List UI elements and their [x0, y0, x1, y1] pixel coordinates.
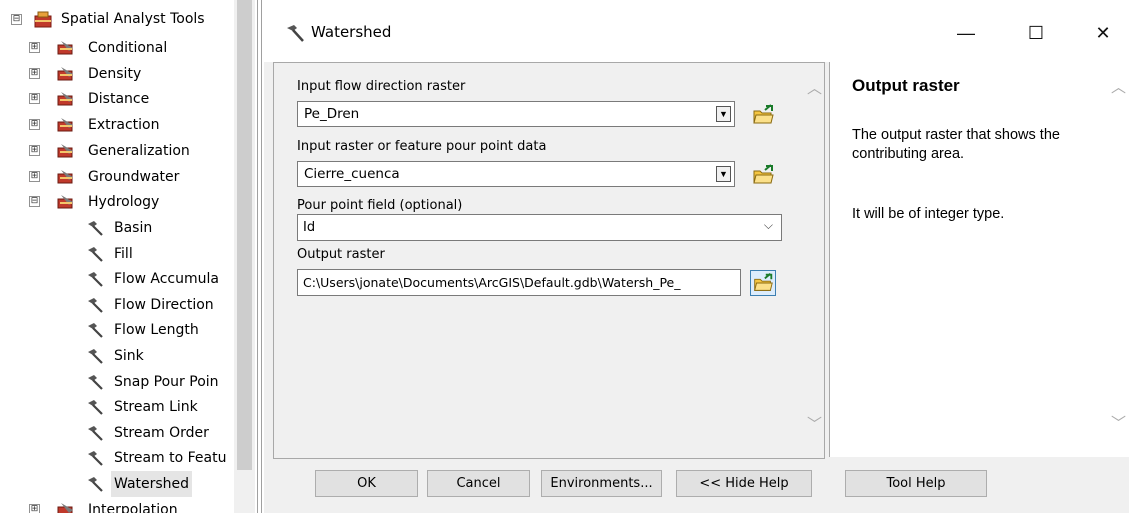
- panel-divider: [257, 0, 258, 513]
- tree-tool-label: Sink: [114, 348, 144, 364]
- close-button[interactable]: ✕: [1081, 16, 1125, 50]
- maximize-button[interactable]: ☐: [1014, 16, 1058, 50]
- tree-tool-label: Stream to Featu: [114, 450, 227, 467]
- output-raster-label: Output raster: [297, 247, 385, 262]
- pour-field-select[interactable]: Id ⌵: [297, 214, 782, 241]
- toolbox-tree: ⊟ Spatial Analyst Tools ⊞ Conditional ⊞ Den…: [0, 0, 255, 513]
- toolset-icon: [57, 195, 73, 209]
- toolset-icon: [57, 92, 73, 106]
- minimize-button[interactable]: —: [944, 16, 988, 50]
- help-title: Output raster: [852, 76, 960, 95]
- scrollbar-thumb[interactable]: [237, 0, 252, 470]
- browse-folder-icon[interactable]: [750, 162, 776, 188]
- collapse-icon[interactable]: ⊟: [11, 14, 22, 25]
- hammer-tool-icon: [88, 400, 103, 415]
- toolset-icon: [57, 66, 73, 81]
- tree-node-label: Generalization: [88, 142, 190, 159]
- title-bar[interactable]: Watershed — ☐ ✕: [264, 0, 1129, 62]
- toolset-icon: [57, 118, 73, 132]
- panel-divider: [261, 0, 262, 513]
- flow-direction-select[interactable]: Pe_Dren ▼: [297, 101, 735, 127]
- toolbox-icon: [34, 11, 52, 28]
- hammer-tool-icon: [88, 272, 103, 287]
- hammer-tool-icon: [88, 374, 103, 390]
- tree-node-label: Groundwater: [88, 168, 180, 185]
- browse-folder-icon[interactable]: [750, 102, 776, 128]
- tree-node-label: Interpolation: [88, 502, 178, 513]
- toolset-icon: [57, 143, 73, 158]
- expand-icon[interactable]: ⊞: [29, 144, 40, 156]
- scroll-up-icon[interactable]: ︿: [1111, 76, 1126, 97]
- chevron-down-icon[interactable]: ⌵: [764, 218, 773, 233]
- parameters-panel: Input flow direction raster Pe_Dren ▼ In…: [273, 62, 825, 459]
- expand-icon[interactable]: ⊞: [29, 119, 40, 131]
- pour-point-select[interactable]: Cierre_cuenca ▼: [297, 161, 735, 187]
- dialog-title: Watershed: [311, 23, 392, 41]
- collapse-icon[interactable]: ⊟: [29, 196, 40, 207]
- output-raster-value: C:\Users\jonate\Documents\ArcGIS\Default…: [303, 275, 681, 290]
- tree-node-label: Distance: [88, 91, 150, 108]
- dropdown-arrow-icon[interactable]: ▼: [716, 166, 731, 182]
- hammer-tool-icon: [88, 425, 103, 441]
- toolset-icon: [57, 169, 73, 183]
- tree-node-label: Hydrology: [88, 194, 160, 210]
- tree-tool-label: Stream Order: [114, 424, 209, 441]
- ok-button[interactable]: OK: [315, 470, 418, 497]
- pour-field-label: Pour point field (optional): [297, 198, 463, 213]
- expand-icon[interactable]: ⊞: [29, 42, 40, 53]
- tree-node-label: Extraction: [88, 117, 160, 134]
- tree-tool-label: Flow Direction: [114, 296, 214, 313]
- hammer-tool-icon: [88, 221, 103, 236]
- expand-icon[interactable]: ⊞: [29, 93, 40, 105]
- help-text: The output raster that shows the contrib…: [852, 127, 1060, 162]
- expand-icon[interactable]: ⊞: [29, 504, 40, 513]
- expand-icon[interactable]: ⊞: [29, 170, 40, 182]
- hammer-tool-icon: [287, 25, 304, 42]
- pour-point-value: Cierre_cuenca: [304, 166, 400, 182]
- tree-tool-label: Stream Link: [114, 399, 198, 416]
- scroll-up-icon[interactable]: ︿: [807, 77, 822, 98]
- scroll-down-icon[interactable]: ﹀: [807, 413, 822, 434]
- tree-scrollbar[interactable]: [234, 0, 255, 513]
- hammer-tool-icon: [88, 477, 103, 492]
- toolset-icon: [57, 41, 73, 55]
- tree-tool-label: Snap Pour Poin: [114, 373, 219, 390]
- watershed-dialog: Watershed — ☐ ✕ Input flow direction ras…: [264, 0, 1129, 513]
- pour-field-value: Id: [303, 220, 316, 235]
- hammer-tool-icon: [88, 349, 103, 364]
- dropdown-arrow-icon[interactable]: ▼: [716, 106, 731, 122]
- hammer-tool-icon: [88, 246, 103, 262]
- tree-tool-label: Fill: [114, 245, 133, 262]
- tool-help-button[interactable]: Tool Help: [845, 470, 987, 497]
- tree-tool-label: Flow Accumula: [114, 271, 219, 288]
- hide-help-button[interactable]: << Hide Help: [676, 470, 812, 497]
- params-scrollbar[interactable]: ︿ ﹀: [806, 63, 824, 458]
- pour-point-label: Input raster or feature pour point data: [297, 139, 547, 154]
- hammer-tool-icon: [88, 297, 103, 313]
- scroll-down-icon[interactable]: ﹀: [1111, 412, 1126, 433]
- expand-icon[interactable]: ⊞: [29, 67, 40, 79]
- tree-node-label: Spatial Analyst Tools: [61, 11, 205, 27]
- output-browse-button[interactable]: [750, 270, 776, 296]
- output-raster-field[interactable]: C:\Users\jonate\Documents\ArcGIS\Default…: [297, 269, 741, 296]
- flow-direction-value: Pe_Dren: [304, 106, 360, 122]
- environments-button[interactable]: Environments...: [541, 470, 662, 497]
- cancel-button[interactable]: Cancel: [427, 470, 530, 497]
- hammer-tool-icon: [88, 323, 103, 339]
- hammer-tool-icon: [88, 451, 103, 467]
- browse-folder-icon: [754, 273, 773, 291]
- tree-node-label: Conditional: [88, 40, 168, 56]
- help-text: It will be of integer type.: [852, 206, 1005, 222]
- toolset-icon: [57, 503, 73, 513]
- tree-tool-label: Watershed: [111, 471, 193, 497]
- tree-tool-label: Basin: [114, 220, 153, 236]
- flow-direction-label: Input flow direction raster: [297, 79, 466, 94]
- tree-tool-label: Flow Length: [114, 322, 199, 339]
- help-panel: Output raster The output raster that sho…: [829, 62, 1129, 457]
- tree-node-label: Density: [88, 65, 142, 82]
